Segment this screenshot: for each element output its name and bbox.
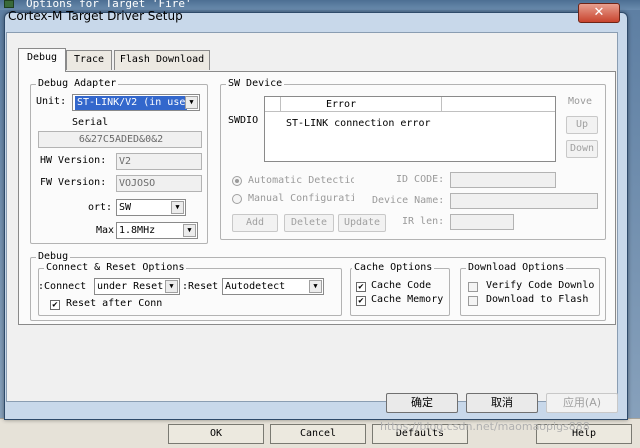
fw-version-label: FW Version: [40, 177, 107, 188]
connect-selected-value: under Reset [97, 281, 164, 292]
connect-label: Connect: [38, 281, 87, 292]
reset-after-conn-checkbox[interactable]: ✔ [50, 300, 60, 310]
move-down-button[interactable]: Down [566, 140, 598, 158]
move-up-button[interactable]: Up [566, 116, 598, 134]
swdio-label: SWDIO [228, 115, 259, 126]
chevron-down-icon[interactable]: ▼ [165, 280, 178, 293]
apply-button[interactable]: 应用(A) [546, 393, 618, 413]
debug-adapter-legend: Debug Adapter [36, 78, 119, 89]
port-selected-value: SW [119, 202, 132, 213]
checkmark-icon: ✔ [52, 300, 58, 310]
close-icon: ✕ [593, 5, 605, 20]
close-button[interactable]: ✕ [578, 3, 620, 23]
dialog-title: Cortex-M Target Driver Setup [8, 9, 183, 23]
device-name-label: Device Name: [372, 195, 445, 206]
chevron-down-icon[interactable]: ▼ [185, 96, 198, 109]
reset-label: Reset: [182, 281, 219, 292]
tab-flash-download[interactable]: Flash Download [114, 50, 210, 70]
update-device-button[interactable]: Update [338, 214, 386, 232]
unit-label: Unit: [36, 96, 67, 107]
ir-len-field [450, 214, 514, 230]
verify-code-download-label: Verify Code Downlo [486, 280, 595, 291]
download-to-flash-label: Download to Flash [486, 294, 589, 305]
unit-selected-value: ST-LINK/V2 (in use [75, 96, 188, 110]
download-to-flash-checkbox[interactable] [468, 296, 478, 306]
chevron-down-icon[interactable]: ▼ [309, 280, 322, 293]
parent-cancel-button[interactable]: Cancel [270, 424, 366, 444]
download-options-group [460, 268, 600, 316]
ir-len-label: IR len: [402, 216, 445, 227]
reset-select[interactable]: Autodetect ▼ [222, 278, 324, 295]
debug-legend: Debug [36, 251, 71, 262]
watermark-text: https://blog.csdn.net/maomaopigs888 [380, 420, 590, 433]
unit-select[interactable]: ST-LINK/V2 (in use ▼ [72, 94, 200, 111]
port-label: ort: [88, 202, 113, 213]
error-column-label: Error [326, 99, 357, 110]
delete-device-button[interactable]: Delete [284, 214, 334, 232]
cache-memory-label: Cache Memory [371, 294, 444, 305]
max-clock-label: Max [96, 225, 115, 236]
chevron-down-icon[interactable]: ▼ [171, 201, 184, 214]
automatic-detection-radio[interactable] [232, 176, 242, 186]
hw-version-label: HW Version: [40, 155, 107, 166]
id-code-label: ID CODE: [396, 174, 445, 185]
chevron-down-icon[interactable]: ▼ [183, 224, 196, 237]
cache-memory-checkbox[interactable]: ✔ [356, 296, 366, 306]
cancel-button[interactable]: 取消 [466, 393, 538, 413]
manual-configuration-label: Manual Configurati [248, 193, 354, 204]
checkmark-icon: ✔ [358, 282, 364, 292]
port-select[interactable]: SW ▼ [116, 199, 186, 216]
parent-app-icon [4, 0, 14, 8]
cache-code-label: Cache Code [371, 280, 432, 291]
connect-select[interactable]: under Reset ▼ [94, 278, 180, 295]
reset-after-conn-label: Reset after Conn [66, 298, 163, 309]
error-message: ST-LINK connection error [286, 118, 431, 129]
cache-options-legend: Cache Options [352, 262, 435, 273]
hw-version-field: V2 [116, 153, 202, 170]
fw-version-field: VOJOSO [116, 175, 202, 192]
device-name-field [450, 193, 598, 209]
move-label: Move [568, 96, 593, 107]
max-clock-select[interactable]: 1.8MHz ▼ [116, 222, 198, 239]
connect-reset-legend: Connect & Reset Options [44, 262, 187, 273]
cache-options-group [350, 268, 450, 316]
cache-code-checkbox[interactable]: ✔ [356, 282, 366, 292]
checkmark-icon: ✔ [358, 296, 364, 306]
error-column-header [280, 97, 442, 112]
manual-configuration-radio[interactable] [232, 194, 242, 204]
sw-device-legend: SW Device [226, 78, 285, 89]
tab-debug[interactable]: Debug [18, 48, 66, 72]
parent-ok-button[interactable]: OK [168, 424, 264, 444]
serial-field: 6&27C5ADED&0&2 [38, 131, 202, 148]
verify-code-download-checkbox[interactable] [468, 282, 478, 292]
download-options-legend: Download Options [466, 262, 567, 273]
add-device-button[interactable]: Add [232, 214, 278, 232]
id-code-field [450, 172, 556, 188]
tab-trace[interactable]: Trace [66, 50, 112, 70]
max-clock-selected-value: 1.8MHz [119, 225, 156, 236]
automatic-detection-label: Automatic Detectio [248, 175, 354, 186]
reset-selected-value: Autodetect [225, 281, 286, 292]
ok-button[interactable]: 确定 [386, 393, 458, 413]
serial-label: Serial [72, 117, 109, 128]
